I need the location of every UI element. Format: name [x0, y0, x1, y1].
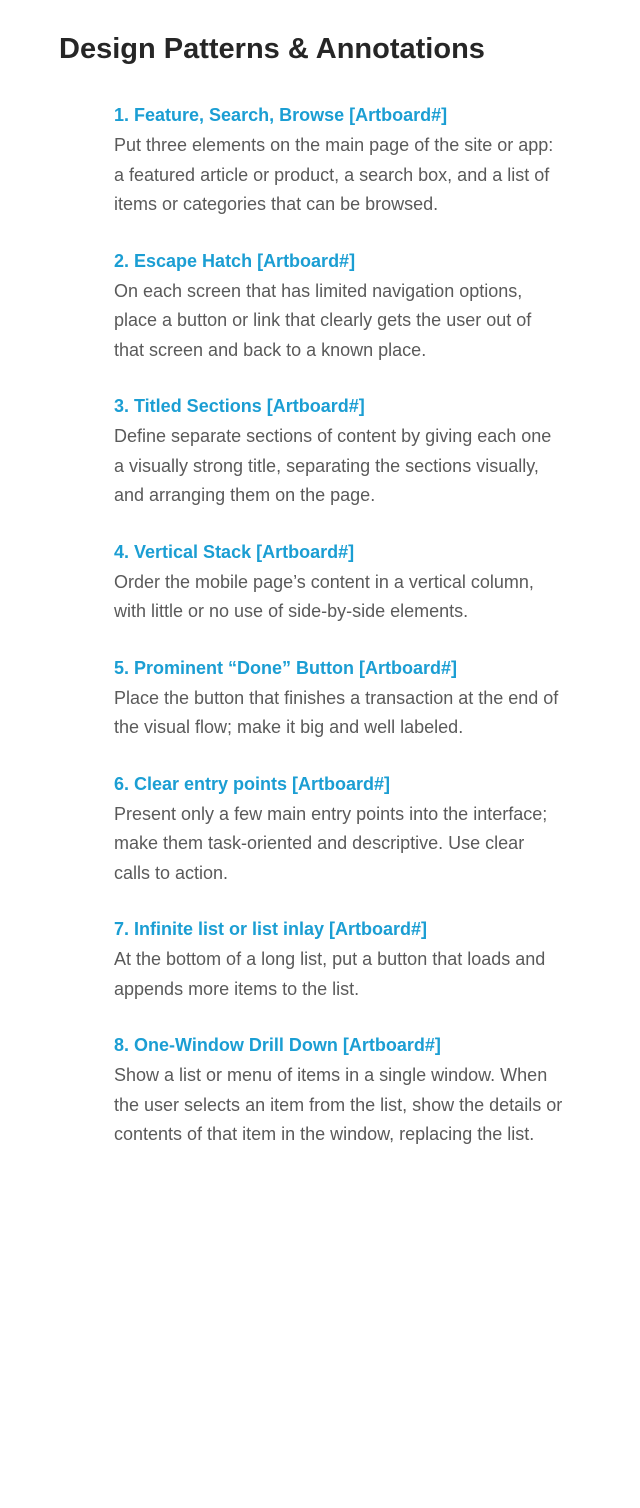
pattern-title: 3. Titled Sections [Artboard#] — [114, 396, 365, 416]
pattern-item-clear-entry-points: 6. Clear entry points [Artboard#] Presen… — [114, 773, 564, 889]
patterns-list: 1. Feature, Search, Browse [Artboard#] P… — [114, 104, 564, 1180]
pattern-title: 4. Vertical Stack [Artboard#] — [114, 541, 355, 562]
pattern-item-titled-sections: 3. Titled Sections [Artboard#] Define se… — [114, 395, 564, 511]
pattern-description: Put three elements on the main page of t… — [114, 135, 554, 214]
pattern-item-escape-hatch: 2. Escape Hatch [Artboard#] On each scre… — [114, 250, 564, 366]
pattern-item-vertical-stack: 4. Vertical Stack [Artboard#] Order the … — [114, 541, 564, 627]
pattern-title: 1. Feature, Search, Browse [Artboard#] — [114, 105, 448, 125]
pattern-title: 8. One-Window Drill Down [Artboard#] — [114, 1035, 441, 1055]
pattern-description: Present only a few main entry points int… — [114, 803, 548, 883]
pattern-description: Place the button that finishes a transac… — [114, 687, 559, 738]
pattern-description: At the bottom of a long list, put a butt… — [114, 949, 546, 999]
pattern-description: On each screen that has limited navigati… — [114, 280, 532, 360]
pattern-item-one-window-drill-down: 8. One-Window Drill Down [Artboard#] Sho… — [114, 1034, 564, 1150]
pattern-title: 7. Infinite list or list inlay [Artboard… — [114, 919, 428, 939]
pattern-description: Show a list or menu of items in a single… — [114, 1065, 563, 1144]
page-title: Design Patterns & Annotations — [59, 33, 485, 65]
pattern-title: 6. Clear entry points [Artboard#] — [114, 773, 391, 794]
pattern-description: Order the mobile page’s content in a ver… — [114, 571, 534, 622]
pattern-title: 5. Prominent “Done” Button [Artboard#] — [114, 657, 457, 678]
pattern-item-feature-search-browse: 1. Feature, Search, Browse [Artboard#] P… — [114, 104, 564, 220]
pattern-item-infinite-list: 7. Infinite list or list inlay [Artboard… — [114, 918, 564, 1004]
pattern-item-prominent-done-button: 5. Prominent “Done” Button [Artboard#] P… — [114, 657, 564, 743]
pattern-description: Define separate sections of content by g… — [114, 426, 552, 505]
pattern-title: 2. Escape Hatch [Artboard#] — [114, 250, 356, 271]
